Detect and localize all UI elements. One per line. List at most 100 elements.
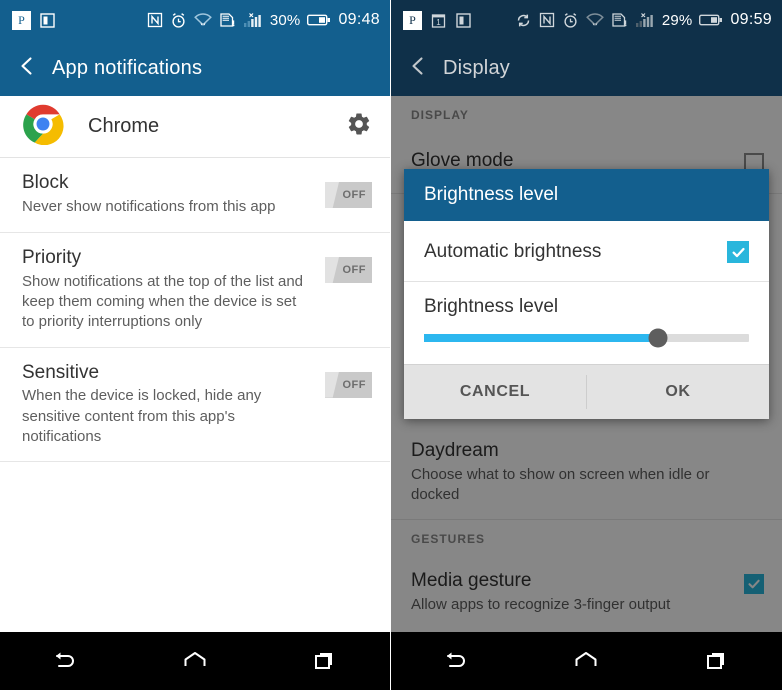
alarm-icon: [170, 12, 187, 29]
flipboard-icon: [455, 12, 472, 29]
clock-label: 09:59: [730, 11, 772, 28]
sd-card-warning-icon: [611, 12, 628, 28]
switch-lip: [325, 257, 339, 283]
setting-desc: Never show notifications from this app: [22, 197, 276, 215]
switch-lip: [325, 182, 339, 208]
toggle-wrap[interactable]: OFF: [325, 247, 372, 293]
dialog-actions: CANCEL OK: [404, 364, 769, 419]
dual-phone-screenshot: P 30% 09:48 App notifications Chrome Blo…: [0, 0, 782, 690]
row-text: Media gesture Allow apps to recognize 3-…: [411, 570, 744, 615]
setting-desc: Show notifications at the top of the lis…: [22, 272, 304, 331]
setting-title: Priority: [22, 247, 82, 268]
calendar-icon: 1: [430, 12, 447, 29]
section-header-display: DISPLAY: [391, 96, 782, 132]
sync-icon: [515, 12, 532, 29]
pocket-badge-icon: P: [403, 10, 422, 30]
setting-row-priority[interactable]: Priority Show notifications at the top o…: [0, 233, 390, 348]
automatic-brightness-label: Automatic brightness: [424, 241, 602, 262]
brightness-slider-section: Brightness level: [404, 282, 769, 354]
right-nav-bar: [391, 632, 782, 690]
recents-icon[interactable]: [687, 641, 747, 681]
chrome-logo-icon: [22, 103, 64, 150]
recents-icon[interactable]: [295, 641, 355, 681]
clock-label: 09:48: [338, 11, 380, 28]
battery-icon: [307, 13, 331, 27]
left-nav-bar: [0, 632, 390, 690]
toggle-wrap[interactable]: OFF: [325, 362, 372, 408]
flipboard-icon: [39, 12, 56, 29]
back-chevron-icon[interactable]: [16, 55, 38, 82]
battery-percent-label: 30%: [269, 11, 301, 29]
switch-lip: [325, 371, 339, 398]
slider-fill: [424, 334, 658, 342]
left-status-bar: P 30% 09:48: [0, 0, 390, 40]
setting-row-block[interactable]: Block Never show notifications from this…: [0, 158, 390, 233]
right-status-bar-right-icons: 29% 09:59: [515, 11, 772, 29]
row-title: Daydream: [411, 440, 499, 461]
signal-bars-icon: [243, 12, 263, 28]
nfc-icon: [147, 12, 163, 28]
section-header-gestures: GESTURES: [391, 520, 782, 557]
left-status-bar-right-icons: 30% 09:48: [147, 11, 380, 29]
app-header-row[interactable]: Chrome: [0, 96, 390, 158]
setting-text: Block Never show notifications from this…: [22, 172, 325, 217]
row-title: Media gesture: [411, 570, 532, 592]
pocket-badge-icon: P: [12, 10, 31, 30]
right-status-bar: P 1 29% 09:59: [391, 0, 782, 40]
ok-button[interactable]: OK: [587, 365, 769, 419]
gear-icon[interactable]: [346, 111, 372, 142]
row-daydream[interactable]: Daydream Choose what to show on screen w…: [391, 426, 782, 521]
sensitive-toggle-switch[interactable]: OFF: [325, 371, 372, 398]
svg-text:1: 1: [436, 18, 441, 27]
slider-thumb[interactable]: [648, 328, 668, 348]
automatic-brightness-option[interactable]: Automatic brightness: [404, 225, 769, 282]
right-status-bar-left-icons: P 1: [403, 10, 472, 30]
setting-title: Block: [22, 172, 69, 193]
media-gesture-checkbox[interactable]: [744, 574, 764, 595]
dialog-title: Brightness level: [404, 169, 769, 221]
switch-state-label: OFF: [342, 378, 366, 391]
left-phone-screen: P 30% 09:48 App notifications Chrome Blo…: [0, 0, 391, 690]
row-desc: Allow apps to recognize 3-finger output: [411, 596, 671, 614]
block-toggle-switch[interactable]: OFF: [325, 182, 372, 208]
battery-percent-label: 29%: [661, 11, 693, 29]
home-icon[interactable]: [556, 641, 616, 681]
battery-icon: [699, 13, 723, 27]
row-text: Daydream Choose what to show on screen w…: [411, 440, 764, 505]
row-desc: Choose what to show on screen when idle …: [411, 465, 710, 504]
switch-state-label: OFF: [342, 264, 366, 276]
brightness-slider-label: Brightness level: [424, 296, 559, 317]
signal-bars-icon: [635, 12, 655, 28]
back-icon[interactable]: [35, 641, 95, 681]
setting-title: Sensitive: [22, 361, 100, 383]
page-title: App notifications: [52, 56, 203, 79]
toggle-wrap[interactable]: OFF: [325, 172, 372, 218]
cancel-button[interactable]: CANCEL: [404, 365, 586, 419]
home-icon[interactable]: [165, 641, 225, 681]
page-title: Display: [443, 56, 510, 79]
wifi-icon: [585, 12, 604, 28]
switch-state-label: OFF: [342, 189, 366, 201]
right-phone-screen: P 1 29% 09:59 Display DISPLAY Glove mode…: [391, 0, 782, 690]
right-app-bar: Display: [391, 40, 782, 96]
setting-text: Sensitive When the device is locked, hid…: [22, 362, 325, 448]
back-chevron-icon[interactable]: [407, 55, 429, 82]
setting-text: Priority Show notifications at the top o…: [22, 247, 325, 333]
row-media-gesture[interactable]: Media gesture Allow apps to recognize 3-…: [391, 556, 782, 629]
app-name-label: Chrome: [88, 115, 160, 137]
back-icon[interactable]: [426, 641, 486, 681]
setting-row-sensitive[interactable]: Sensitive When the device is locked, hid…: [0, 348, 390, 463]
brightness-slider[interactable]: [424, 328, 749, 348]
brightness-level-dialog: Brightness level Automatic brightness Br…: [404, 169, 769, 419]
automatic-brightness-checkbox[interactable]: [727, 241, 749, 263]
alarm-icon: [562, 12, 579, 29]
left-settings-list: Chrome Block Never show notifications fr…: [0, 96, 390, 632]
left-status-bar-left-icons: P: [12, 10, 56, 30]
dialog-body: Automatic brightness Brightness level: [404, 221, 769, 364]
left-app-bar: App notifications: [0, 40, 390, 96]
priority-toggle-switch[interactable]: OFF: [325, 257, 372, 283]
nfc-icon: [539, 12, 555, 28]
setting-desc: When the device is locked, hide any sens…: [22, 387, 262, 445]
sd-card-warning-icon: [219, 12, 236, 28]
wifi-icon: [193, 12, 212, 28]
